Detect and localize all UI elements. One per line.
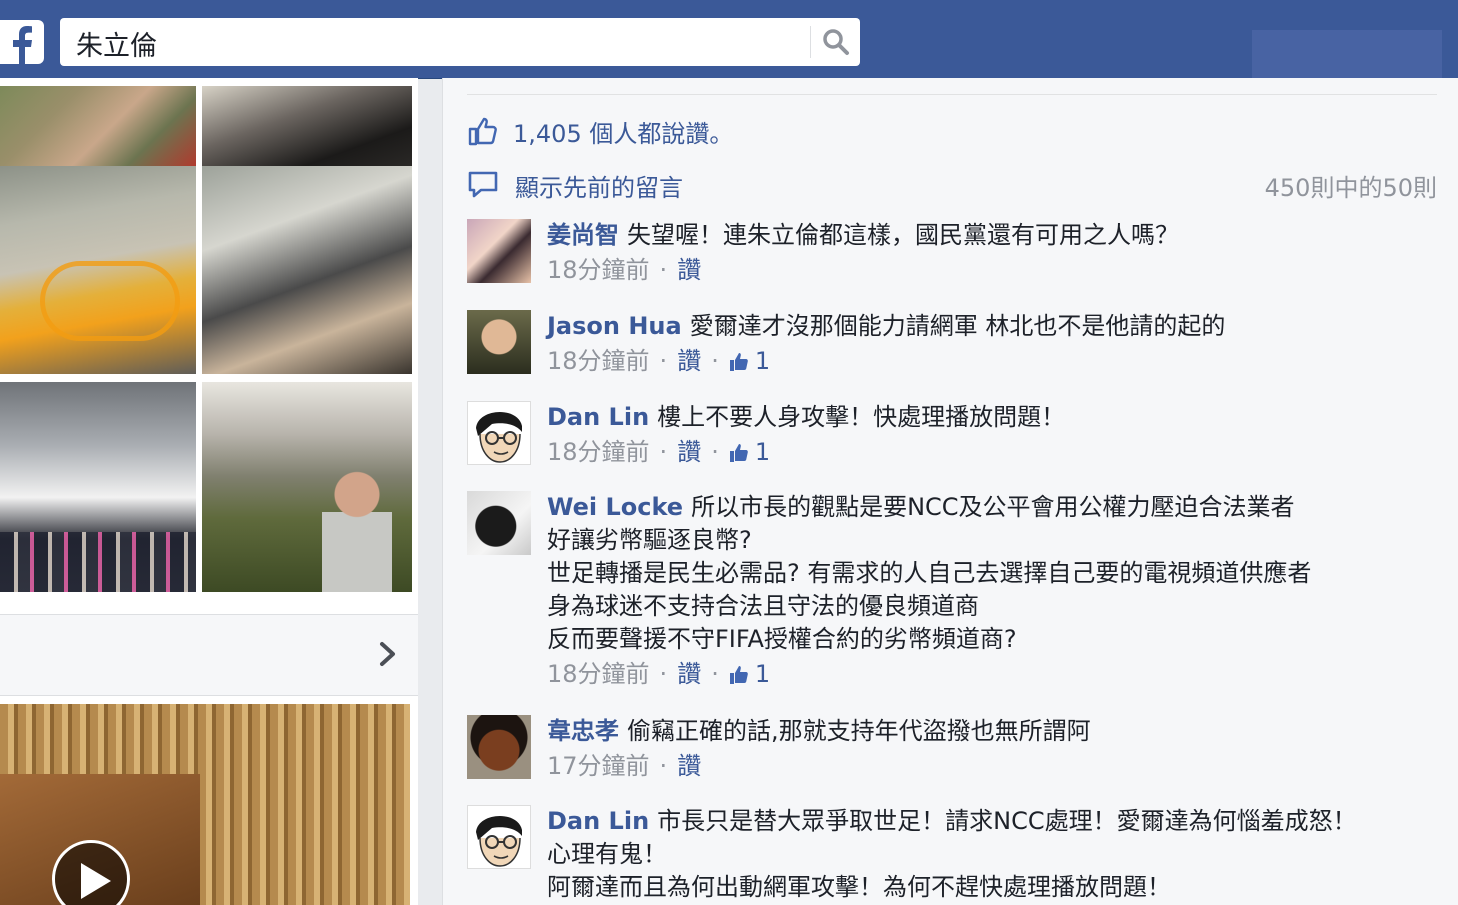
comment-meta: 17分鐘前 · 讚 [547, 750, 1427, 783]
comment: Dan Lin 市長只是替大眾爭取世足！請求NCC處理！愛爾達為何惱羞成怒！ 心理… [467, 805, 1447, 905]
separator-dot: · [659, 660, 668, 688]
separator-dot: · [711, 438, 719, 466]
divider [467, 94, 1437, 95]
comment-author[interactable]: 韋忠孝 [547, 717, 619, 745]
comment-timestamp[interactable]: 17分鐘前 [547, 750, 650, 783]
search-divider [810, 26, 811, 58]
comment-like-count[interactable]: 1 [729, 658, 770, 691]
search-icon [823, 29, 849, 55]
comment-like-count[interactable]: 1 [729, 345, 770, 378]
comment-meta: 18分鐘前 · 讚 · 1 [547, 658, 1427, 691]
thumbs-up-icon [729, 665, 748, 684]
like-comment-link[interactable]: 讚 [677, 436, 701, 469]
comment-meta: 18分鐘前 · 讚 · 1 [547, 436, 1427, 469]
comments-panel: 1,405 個人都說讚。 顯示先前的留言 450則中的50則 姜尚智 失望喔！連朱… [442, 78, 1458, 905]
see-more-row[interactable] [0, 614, 418, 696]
comment-timestamp[interactable]: 18分鐘前 [547, 254, 650, 287]
comment-bubble-icon [468, 171, 498, 198]
like-comment-link[interactable]: 讚 [677, 750, 701, 783]
avatar-face-illustration [476, 815, 522, 867]
comment-like-count[interactable]: 1 [729, 436, 770, 469]
view-previous-comments-link[interactable]: 顯示先前的留言 [515, 168, 683, 203]
photo-sidebar [0, 78, 418, 905]
thumbs-up-icon [729, 443, 748, 462]
topbar-right-area [1252, 30, 1442, 78]
photo-thumbnail[interactable] [202, 382, 412, 592]
likes-summary: 1,405 個人都說讚。 [467, 114, 733, 148]
play-icon [81, 863, 111, 899]
search-bar [60, 18, 860, 66]
comment-meta: 18分鐘前 · 讚 [547, 254, 1427, 287]
separator-dot: · [659, 438, 668, 466]
chevron-right-icon [380, 642, 395, 666]
photo-thumbnail[interactable] [202, 86, 412, 166]
photo-thumbnail[interactable] [0, 86, 196, 166]
comment: 姜尚智 失望喔！連朱立倫都這樣，國民黨還有可用之人嗎？ 18分鐘前 · 讚 [467, 219, 1447, 299]
comment-text: 失望喔！連朱立倫都這樣，國民黨還有可用之人嗎？ [627, 221, 1179, 249]
like-comment-link[interactable]: 讚 [677, 658, 701, 691]
photo-thumbnail[interactable] [0, 382, 196, 592]
video-thumbnail[interactable] [0, 704, 410, 905]
avatar[interactable] [467, 805, 531, 869]
comment-timestamp[interactable]: 18分鐘前 [547, 658, 650, 691]
avatar[interactable] [467, 491, 531, 555]
photo-thumbnail[interactable] [0, 166, 196, 374]
like-comment-link[interactable]: 讚 [677, 254, 701, 287]
thumbs-up-icon [729, 352, 748, 371]
comment: Jason Hua 愛爾達才沒那個能力請網軍 林北也不是他請的起的 18分鐘前 ·… [467, 310, 1447, 390]
separator-dot: · [711, 347, 719, 375]
comment-author[interactable]: Jason Hua [547, 312, 682, 340]
comment: Wei Locke 所以市長的觀點是要NCC及公平會用公權力壓迫合法業者 好讓劣幣… [467, 491, 1447, 701]
comment-author[interactable]: Dan Lin [547, 403, 649, 431]
comment-author[interactable]: Dan Lin [547, 807, 649, 835]
search-input[interactable] [74, 24, 808, 62]
comment-text: 愛爾達才沒那個能力請網軍 林北也不是他請的起的 [689, 312, 1226, 340]
separator-dot: · [659, 347, 668, 375]
comment: 韋忠孝 偷竊正確的話,那就支持年代盜撥也無所謂阿 17分鐘前 · 讚 [467, 715, 1447, 795]
top-navigation-bar [0, 0, 1458, 79]
like-count-value: 1 [754, 660, 771, 688]
comment-text: 偷竊正確的話,那就支持年代盜撥也無所謂阿 [627, 717, 1091, 745]
view-previous-row: 顯示先前的留言 450則中的50則 [467, 168, 1437, 202]
avatar[interactable] [467, 310, 531, 374]
comment-timestamp[interactable]: 18分鐘前 [547, 436, 650, 469]
comment-text: 樓上不要人身攻擊！快處理播放問題！ [657, 403, 1066, 431]
comment-author[interactable]: Wei Locke [547, 493, 683, 521]
avatar[interactable] [467, 219, 531, 283]
facebook-logo-icon[interactable] [0, 20, 44, 64]
separator-dot: · [711, 660, 719, 688]
comment-author[interactable]: 姜尚智 [547, 221, 619, 249]
photo-thumbnail[interactable] [202, 166, 412, 374]
separator-dot: · [659, 752, 668, 780]
like-count-value: 1 [754, 347, 771, 375]
thumbs-up-icon [468, 117, 497, 146]
separator-dot: · [659, 256, 668, 284]
like-count-value: 1 [754, 438, 771, 466]
comment-count: 450則中的50則 [1264, 173, 1437, 202]
comment: Dan Lin 樓上不要人身攻擊！快處理播放問題！ 18分鐘前 · 讚 · 1 [467, 401, 1447, 481]
comment-meta: 18分鐘前 · 讚 · 1 [547, 345, 1427, 378]
avatar[interactable] [467, 715, 531, 779]
avatar[interactable] [467, 401, 531, 465]
avatar-face-illustration [476, 411, 522, 463]
comment-text: 市長只是替大眾爭取世足！請求NCC處理！愛爾達為何惱羞成怒！ 心理有鬼！ 阿爾達… [547, 807, 1357, 901]
comment-timestamp[interactable]: 18分鐘前 [547, 345, 650, 378]
like-comment-link[interactable]: 讚 [677, 345, 701, 378]
search-button[interactable] [812, 18, 860, 66]
likes-count-text[interactable]: 1,405 個人都說讚。 [513, 114, 733, 149]
